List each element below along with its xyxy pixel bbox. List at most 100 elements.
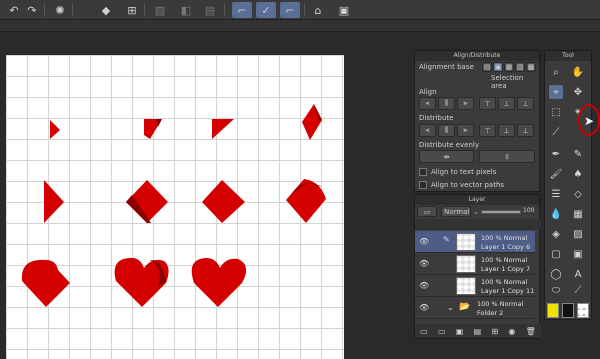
opacity-slider[interactable] [481, 210, 521, 214]
layer-type-button[interactable]: ▭ [417, 206, 437, 217]
new-folder-icon[interactable]: ▣ [456, 327, 464, 336]
distribute-evenly-vertical-button[interactable]: ⇳ [479, 150, 535, 163]
mask-icon[interactable]: ◉ [508, 327, 515, 336]
stroke-a-icon[interactable]: ⌐ [232, 2, 252, 18]
layer-row-layer-1-copy-11[interactable]: 👁 100 % Normal Layer 1 Copy 11 [415, 275, 535, 297]
grid-icon[interactable]: ▦ [571, 207, 585, 221]
disabled-b-icon: ◧ [180, 3, 192, 17]
airbrush-icon[interactable]: ♠ [571, 167, 585, 181]
align-top-button[interactable]: ⊤ [479, 97, 496, 110]
align-base-button-2[interactable]: ▣ [493, 62, 503, 72]
distribute-left-button[interactable]: ⫷ [419, 124, 436, 137]
distribute-center-button[interactable]: ⫼ [438, 124, 455, 137]
shape-heart-half [21, 259, 70, 307]
eraser-icon[interactable]: ◇ [571, 187, 585, 201]
rotate-right-icon[interactable]: ↷ [24, 2, 40, 18]
eye-icon[interactable]: 👁 [419, 303, 429, 312]
transparent-color-swatch[interactable] [577, 303, 589, 318]
operation-icon[interactable]: ⌖ [549, 85, 563, 99]
speech-icon[interactable]: ⬭ [549, 283, 563, 297]
align-vector-paths-label: Align to vector paths [431, 181, 505, 189]
fill-icon[interactable]: ◆ [98, 2, 114, 18]
eye-icon[interactable]: 👁 [419, 237, 429, 246]
layer-opacity-mode: 100 % Normal [481, 234, 528, 242]
transfer-layer-icon[interactable]: ⊞ [491, 327, 498, 336]
zoom-icon[interactable]: ⌕ [549, 65, 563, 79]
3d-icon[interactable]: ⌂ [310, 2, 326, 18]
layer-row-layer-1-copy-6[interactable]: 👁 ✎ 100 % Normal Layer 1 Copy 6 [415, 231, 535, 253]
fill-bucket-icon[interactable]: ◈ [549, 227, 563, 241]
layer-name: Folder 2 [477, 309, 504, 317]
figure-icon[interactable]: ▢ [549, 247, 563, 261]
layer-name: Layer 1 Copy 7 [481, 265, 531, 273]
stroke-b-icon[interactable]: ✓ [256, 2, 276, 18]
balloon-icon[interactable]: ◯ [549, 267, 563, 281]
delete-layer-icon[interactable]: 🗑 [526, 327, 536, 336]
distribute-bottom-button[interactable]: ⊥ [517, 124, 534, 137]
eye-icon[interactable]: 👁 [419, 259, 429, 268]
align-bottom-button[interactable]: ⊥ [517, 97, 534, 110]
brush-icon[interactable]: 🖌 [549, 167, 563, 181]
sub-color-swatch[interactable] [562, 303, 574, 318]
align-base-button-5[interactable]: ▩ [526, 62, 536, 72]
merge-layer-icon[interactable]: ▤ [474, 327, 482, 336]
blend-mode-select[interactable]: Normal [441, 206, 471, 217]
align-middle-button[interactable]: ⊥ [498, 97, 515, 110]
layer-row-layer-1-copy-7[interactable]: 👁 100 % Normal Layer 1 Copy 7 [415, 253, 535, 275]
crop-icon[interactable]: ⊞ [124, 2, 140, 18]
layer-thumbnail [456, 277, 476, 295]
ruler-icon[interactable]: ⟋ [571, 283, 585, 297]
align-label: Align [419, 88, 437, 96]
distribute-right-button[interactable]: ⫸ [457, 124, 474, 137]
frame-icon[interactable]: ▣ [571, 247, 585, 261]
loading-icon[interactable]: ✺ [52, 2, 68, 18]
align-left-button[interactable]: ⫷ [419, 97, 436, 110]
align-text-pixels-label: Align to text pixels [431, 168, 497, 176]
rotate-left-icon[interactable]: ↶ [6, 2, 22, 18]
pencil-icon[interactable]: ✎ [571, 147, 585, 161]
main-color-swatch[interactable] [547, 303, 559, 318]
shape-folded-triangle [302, 104, 322, 140]
text-icon[interactable]: A [571, 267, 585, 281]
layer-bottom-toolbar: ▭ ▭ ▣ ▤ ⊞ ◉ 🗑 [415, 324, 541, 338]
disabled-c-icon: ▤ [204, 3, 216, 17]
align-base-button-3[interactable]: ▦ [504, 62, 514, 72]
pen-icon[interactable]: ✒ [549, 147, 563, 161]
shape-heart [191, 258, 247, 307]
align-text-pixels-checkbox[interactable] [419, 168, 427, 176]
layer-name: Layer 1 Copy 6 [481, 243, 531, 251]
shape-triangle [212, 119, 234, 139]
distribute-middle-button[interactable]: ⊥ [498, 124, 515, 137]
distribute-top-button[interactable]: ⊤ [479, 124, 496, 137]
decoration-icon[interactable]: ☰ [549, 187, 563, 201]
toolbar-divider [224, 3, 225, 17]
toolbar-divider [144, 3, 145, 17]
hand-icon[interactable]: ✋ [571, 65, 585, 79]
layer-thumbnail [456, 233, 476, 251]
selection-icon[interactable]: ⬚ [549, 105, 563, 119]
stroke-c-icon[interactable]: ⌐ [280, 2, 300, 18]
canvas[interactable] [6, 55, 344, 359]
shape-triangle [50, 120, 60, 139]
distribute-evenly-horizontal-button[interactable]: ⇹ [419, 150, 474, 163]
align-base-button-1[interactable]: ▤ [482, 62, 492, 72]
align-base-button-4[interactable]: ▧ [515, 62, 525, 72]
move-icon[interactable]: ✥ [571, 85, 585, 99]
edit-icon[interactable]: ▣ [336, 2, 352, 18]
gradient-icon[interactable]: ▨ [571, 227, 585, 241]
pen-icon: ✎ [443, 235, 450, 244]
new-vector-layer-icon[interactable]: ▭ [438, 327, 446, 336]
layer-row-folder-2[interactable]: 👁 ⌄ 📂 100 % Normal Folder 2 [415, 297, 535, 319]
layer-list: 👁 ✎ 100 % Normal Layer 1 Copy 6 👁 100 % … [415, 231, 541, 321]
blend-icon[interactable]: 💧 [549, 207, 563, 221]
new-raster-layer-icon[interactable]: ▭ [420, 327, 428, 336]
eye-icon[interactable]: 👁 [419, 281, 429, 290]
alignment-base-label: Alignment base [419, 63, 474, 71]
distribute-label: Distribute [419, 114, 454, 122]
chevron-down-icon[interactable]: ⌄ [447, 303, 454, 312]
align-vector-paths-checkbox[interactable] [419, 181, 427, 189]
align-center-button[interactable]: ⫼ [438, 97, 455, 110]
opacity-value: 100 [523, 207, 535, 214]
eyedropper-icon[interactable]: ⟋ [549, 125, 563, 139]
align-right-button[interactable]: ⫸ [457, 97, 474, 110]
